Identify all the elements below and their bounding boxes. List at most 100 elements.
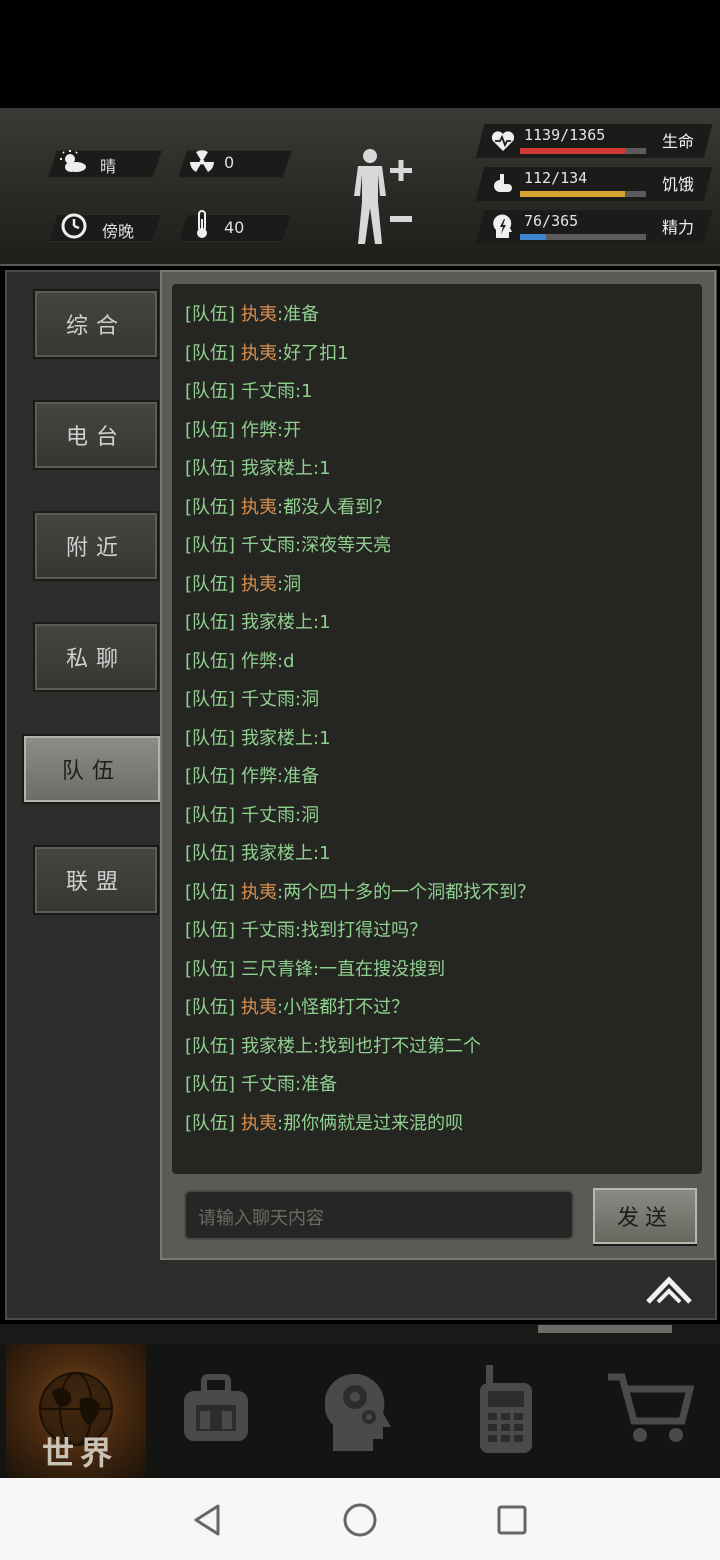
thermometer-icon bbox=[188, 210, 216, 238]
channel-tag: [队伍] bbox=[185, 342, 236, 364]
hunger-value: 112/134 bbox=[524, 169, 588, 187]
nav-backpack[interactable] bbox=[146, 1344, 286, 1478]
message-text: :一直在搜没搜到 bbox=[313, 958, 446, 980]
partly-cloudy-icon bbox=[60, 148, 88, 176]
message-text: :找到也打不过第二个 bbox=[313, 1035, 482, 1057]
message-sender[interactable]: 执夷 bbox=[241, 343, 277, 364]
home-circle-icon[interactable] bbox=[340, 1500, 380, 1540]
message-sender[interactable]: 我家楼上 bbox=[241, 458, 313, 479]
chat-message: [队伍] 千丈雨:洞 bbox=[185, 685, 319, 711]
nav-skills[interactable] bbox=[290, 1344, 430, 1478]
send-button[interactable]: 发送 bbox=[593, 1188, 697, 1244]
time-label: 傍晚 bbox=[102, 222, 135, 241]
channel-tag: [队伍] bbox=[185, 958, 236, 980]
body-status-button[interactable] bbox=[348, 146, 422, 246]
channel-tag: [队伍] bbox=[185, 535, 236, 556]
backpack-icon bbox=[176, 1369, 256, 1453]
message-sender[interactable]: 千丈雨 bbox=[241, 535, 295, 556]
message-sender[interactable]: 作弊 bbox=[241, 766, 277, 787]
tab-team[interactable]: 队伍 bbox=[22, 734, 162, 804]
channel-tag: [队伍] bbox=[185, 1035, 236, 1057]
nav-radio[interactable] bbox=[436, 1344, 576, 1478]
channel-tag: [队伍] bbox=[185, 727, 236, 749]
nav-shop[interactable] bbox=[580, 1344, 720, 1478]
chat-message: [队伍] 我家楼上:1 bbox=[185, 454, 331, 480]
message-sender[interactable]: 我家楼上 bbox=[241, 1036, 313, 1057]
chat-message: [队伍] 执夷:洞 bbox=[185, 570, 301, 596]
back-triangle-icon[interactable] bbox=[188, 1500, 228, 1540]
channel-tag: [队伍] bbox=[185, 881, 236, 903]
health-stat: 1139/1365 生命 bbox=[475, 124, 713, 158]
nav-world[interactable]: 世界 bbox=[6, 1344, 146, 1478]
message-sender[interactable]: 千丈雨 bbox=[241, 381, 295, 402]
health-value: 1139/1365 bbox=[524, 126, 606, 144]
channel-tag: [队伍] bbox=[185, 1112, 236, 1134]
chat-message: [队伍] 千丈雨:1 bbox=[185, 377, 313, 403]
radio-walkie-icon bbox=[476, 1363, 536, 1459]
message-text: :1 bbox=[313, 727, 331, 749]
message-sender[interactable]: 千丈雨 bbox=[241, 805, 295, 826]
nav-divider-highlight bbox=[538, 1325, 672, 1333]
message-text: :小怪都打不过？ bbox=[277, 997, 410, 1018]
chat-message: [队伍] 作弊:开 bbox=[185, 416, 301, 442]
message-text: :1 bbox=[295, 381, 313, 402]
message-text: :准备 bbox=[295, 1074, 338, 1095]
message-sender[interactable]: 作弊 bbox=[241, 420, 277, 441]
message-sender[interactable]: 我家楼上 bbox=[241, 843, 313, 864]
channel-tag: [队伍] bbox=[185, 650, 236, 672]
health-bar bbox=[520, 148, 646, 154]
tab-alliance[interactable]: 联盟 bbox=[33, 845, 159, 915]
message-text: :开 bbox=[277, 419, 302, 441]
message-text: :洞 bbox=[277, 573, 302, 595]
message-sender[interactable]: 我家楼上 bbox=[241, 612, 313, 633]
chat-message: [队伍] 千丈雨:准备 bbox=[185, 1070, 337, 1096]
tab-nearby[interactable]: 附近 bbox=[33, 511, 159, 581]
message-sender[interactable]: 千丈雨 bbox=[241, 1074, 295, 1095]
message-text: :深夜等天亮 bbox=[295, 535, 392, 556]
message-sender[interactable]: 执夷 bbox=[241, 1113, 277, 1134]
message-sender[interactable]: 执夷 bbox=[241, 497, 277, 518]
channel-tag: [队伍] bbox=[185, 419, 236, 441]
message-sender[interactable]: 我家楼上 bbox=[241, 728, 313, 749]
message-sender[interactable]: 执夷 bbox=[241, 882, 277, 903]
message-text: :找到打得过吗？ bbox=[295, 920, 428, 941]
message-text: :准备 bbox=[277, 304, 320, 325]
chat-message: [队伍] 我家楼上:1 bbox=[185, 608, 331, 634]
message-text: :d bbox=[277, 650, 295, 672]
channel-tag: [队伍] bbox=[185, 920, 236, 941]
message-sender[interactable]: 千丈雨 bbox=[241, 920, 295, 941]
channel-tag: [队伍] bbox=[185, 766, 236, 787]
message-text: :1 bbox=[313, 612, 331, 633]
chat-input[interactable]: 请输入聊天内容 bbox=[184, 1190, 574, 1240]
chat-message: [队伍] 执夷:小怪都打不过？ bbox=[185, 993, 409, 1019]
chat-message: [队伍] 执夷:好了扣1 bbox=[185, 339, 349, 365]
hunger-label: 饥饿 bbox=[662, 175, 695, 194]
message-sender[interactable]: 三尺青锋 bbox=[241, 959, 313, 980]
nav-world-label: 世界 bbox=[42, 1434, 119, 1472]
message-sender[interactable]: 执夷 bbox=[241, 574, 277, 595]
temperature-value: 40 bbox=[224, 218, 245, 237]
chat-message: [队伍] 千丈雨:深夜等天亮 bbox=[185, 531, 391, 557]
channel-tag: [队伍] bbox=[185, 804, 236, 826]
message-sender[interactable]: 作弊 bbox=[241, 651, 277, 672]
message-text: :洞 bbox=[295, 804, 320, 826]
energy-bar bbox=[520, 234, 646, 240]
weather-label: 晴 bbox=[100, 157, 117, 176]
channel-tag: [队伍] bbox=[185, 689, 236, 710]
message-sender[interactable]: 执夷 bbox=[241, 997, 277, 1018]
radiation-icon bbox=[188, 148, 216, 176]
stomach-icon bbox=[490, 171, 516, 197]
chat-message: [队伍] 执夷:那你俩就是过来混的呗 bbox=[185, 1109, 463, 1135]
shopping-cart-icon bbox=[606, 1371, 695, 1451]
message-text: :1 bbox=[313, 843, 331, 864]
tab-general[interactable]: 综合 bbox=[33, 289, 159, 359]
message-sender[interactable]: 千丈雨 bbox=[241, 689, 295, 710]
collapse-chevron-icon[interactable] bbox=[644, 1272, 694, 1306]
tab-private[interactable]: 私聊 bbox=[33, 622, 159, 692]
channel-tag: [队伍] bbox=[185, 997, 236, 1018]
message-sender[interactable]: 执夷 bbox=[241, 304, 277, 325]
message-text: :都没人看到？ bbox=[277, 496, 392, 518]
recents-square-icon[interactable] bbox=[494, 1502, 530, 1538]
tab-radio[interactable]: 电台 bbox=[33, 400, 159, 470]
chat-message: [队伍] 千丈雨:洞 bbox=[185, 801, 319, 827]
